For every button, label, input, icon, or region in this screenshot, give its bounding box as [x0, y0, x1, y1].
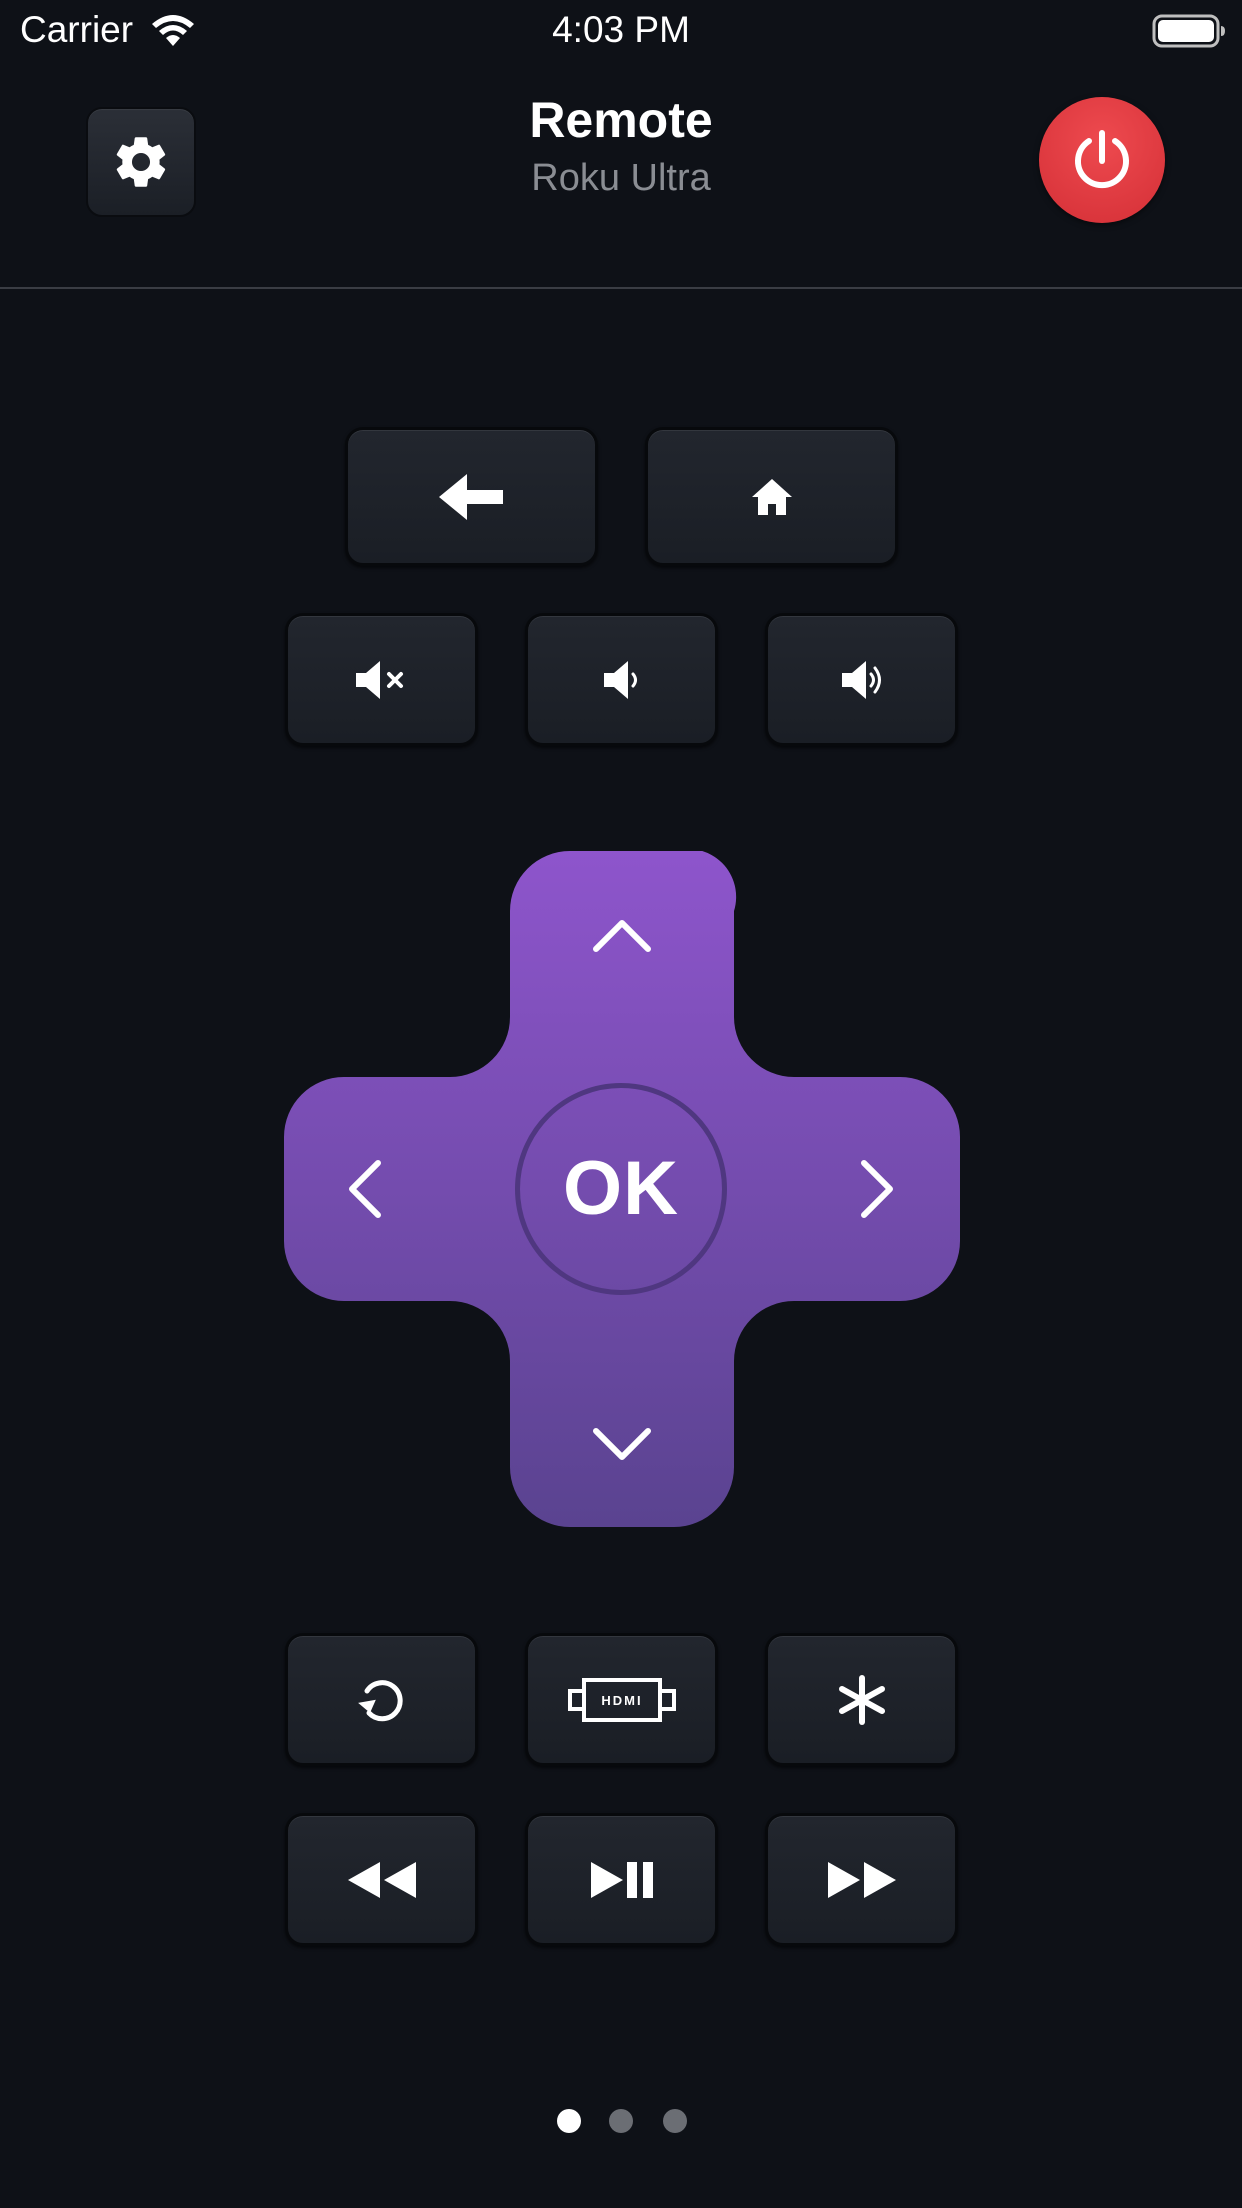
back-button[interactable] — [345, 427, 598, 566]
play-pause-icon — [590, 1861, 653, 1898]
ok-label: OK — [563, 1146, 679, 1231]
volume-up-button[interactable] — [765, 613, 958, 746]
power-button[interactable] — [1039, 97, 1165, 223]
chevron-left-icon — [349, 1160, 381, 1218]
clock-time: 4:03 PM — [552, 9, 690, 50]
asterisk-icon — [838, 1674, 885, 1725]
volume-down-icon — [603, 660, 637, 699]
home-button[interactable] — [645, 427, 898, 566]
chevron-down-icon — [593, 1428, 651, 1460]
rewind-icon — [347, 1861, 416, 1898]
options-button[interactable] — [765, 1633, 958, 1766]
chevron-right-icon — [861, 1160, 893, 1218]
fast-forward-button[interactable] — [765, 1813, 958, 1946]
back-arrow-icon — [438, 473, 503, 520]
volume-down-button[interactable] — [525, 613, 718, 746]
replay-icon — [357, 1679, 403, 1721]
hdmi-icon: HDMI — [567, 1677, 676, 1722]
page-dot-2[interactable] — [609, 2109, 633, 2133]
rewind-button[interactable] — [285, 1813, 478, 1946]
battery-icon — [1152, 14, 1225, 48]
dpad-down-button[interactable] — [510, 1301, 734, 1527]
power-icon — [1075, 130, 1129, 189]
chevron-up-icon — [593, 920, 651, 952]
hdmi-label: HDMI — [601, 1693, 642, 1708]
dpad-up-button[interactable] — [510, 851, 734, 1077]
header-divider — [0, 287, 1242, 289]
hdmi-input-button[interactable]: HDMI — [525, 1633, 718, 1766]
dpad-left-button[interactable] — [284, 1077, 510, 1301]
play-pause-button[interactable] — [525, 1813, 718, 1946]
home-icon — [751, 478, 792, 515]
page-dot-1[interactable] — [557, 2109, 581, 2133]
fast-forward-icon — [827, 1861, 896, 1898]
volume-up-icon — [841, 660, 881, 699]
instant-replay-button[interactable] — [285, 1633, 478, 1766]
page-dot-3[interactable] — [663, 2109, 687, 2133]
dpad-right-button[interactable] — [734, 1077, 960, 1301]
mute-button[interactable] — [285, 613, 478, 746]
mute-icon — [355, 660, 403, 699]
